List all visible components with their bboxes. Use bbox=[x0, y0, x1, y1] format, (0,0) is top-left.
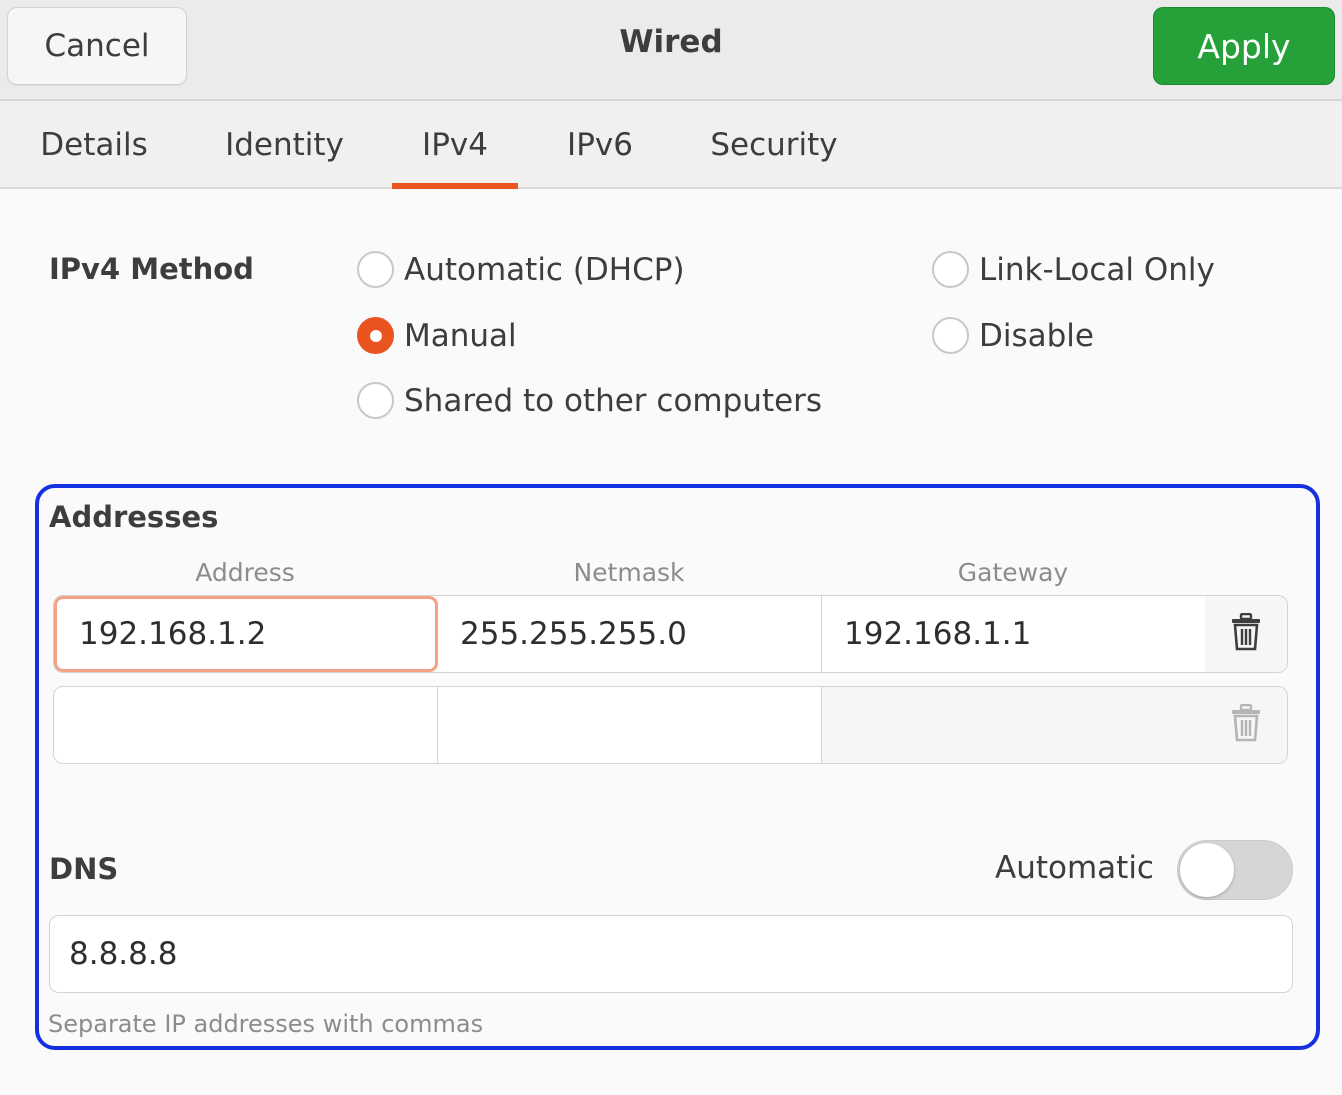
radio-link-local-only[interactable]: Link-Local Only bbox=[932, 251, 1215, 288]
tab-bar: Details Identity IPv4 IPv6 Security bbox=[0, 101, 1342, 189]
radio-label: Automatic (DHCP) bbox=[404, 251, 685, 288]
tab-ipv6[interactable]: IPv6 bbox=[548, 101, 652, 189]
netmask-input[interactable]: 255.255.255.0 bbox=[438, 596, 822, 672]
ipv4-method-label: IPv4 Method bbox=[49, 252, 254, 286]
address-row bbox=[53, 686, 1288, 764]
dns-automatic-label: Automatic bbox=[995, 850, 1154, 886]
column-header-address: Address bbox=[195, 558, 295, 587]
radio-label: Link-Local Only bbox=[979, 251, 1215, 288]
address-input[interactable]: 192.168.1.2 bbox=[54, 596, 438, 672]
gateway-input[interactable] bbox=[822, 687, 1206, 763]
dns-automatic-switch[interactable] bbox=[1177, 840, 1293, 900]
radio-automatic-dhcp[interactable]: Automatic (DHCP) bbox=[357, 251, 685, 288]
radio-button[interactable] bbox=[932, 251, 969, 288]
delete-row-button[interactable] bbox=[1205, 687, 1287, 763]
addresses-label: Addresses bbox=[49, 500, 219, 534]
dns-input[interactable]: 8.8.8.8 bbox=[49, 915, 1293, 993]
radio-button[interactable] bbox=[932, 317, 969, 354]
radio-label: Shared to other computers bbox=[404, 382, 823, 419]
dns-hint: Separate IP addresses with commas bbox=[48, 1010, 484, 1038]
address-input[interactable] bbox=[54, 687, 438, 763]
tab-details[interactable]: Details bbox=[24, 101, 164, 189]
radio-button-selected[interactable] bbox=[357, 317, 394, 354]
column-header-gateway: Gateway bbox=[957, 558, 1069, 587]
trash-icon bbox=[1230, 612, 1262, 655]
delete-row-button[interactable] bbox=[1205, 596, 1287, 672]
tab-ipv4[interactable]: IPv4 bbox=[392, 101, 518, 189]
gateway-input[interactable]: 192.168.1.1 bbox=[822, 596, 1206, 672]
header-bar: Cancel Wired Apply bbox=[0, 0, 1342, 101]
radio-disable[interactable]: Disable bbox=[932, 317, 1094, 354]
radio-shared[interactable]: Shared to other computers bbox=[357, 382, 822, 419]
apply-button[interactable]: Apply bbox=[1153, 7, 1335, 85]
tab-identity[interactable]: Identity bbox=[212, 101, 357, 189]
radio-button[interactable] bbox=[357, 251, 394, 288]
radio-manual[interactable]: Manual bbox=[357, 317, 517, 354]
dns-label: DNS bbox=[49, 852, 119, 886]
switch-knob bbox=[1180, 843, 1234, 897]
window-title: Wired bbox=[619, 24, 723, 60]
trash-icon bbox=[1230, 703, 1262, 746]
netmask-input[interactable] bbox=[438, 687, 822, 763]
radio-button[interactable] bbox=[357, 382, 394, 419]
column-header-netmask: Netmask bbox=[573, 558, 685, 587]
tab-security[interactable]: Security bbox=[693, 101, 855, 189]
radio-label: Manual bbox=[404, 317, 517, 354]
radio-label: Disable bbox=[979, 317, 1094, 354]
address-row: 192.168.1.2 255.255.255.0 192.168.1.1 bbox=[53, 595, 1288, 673]
